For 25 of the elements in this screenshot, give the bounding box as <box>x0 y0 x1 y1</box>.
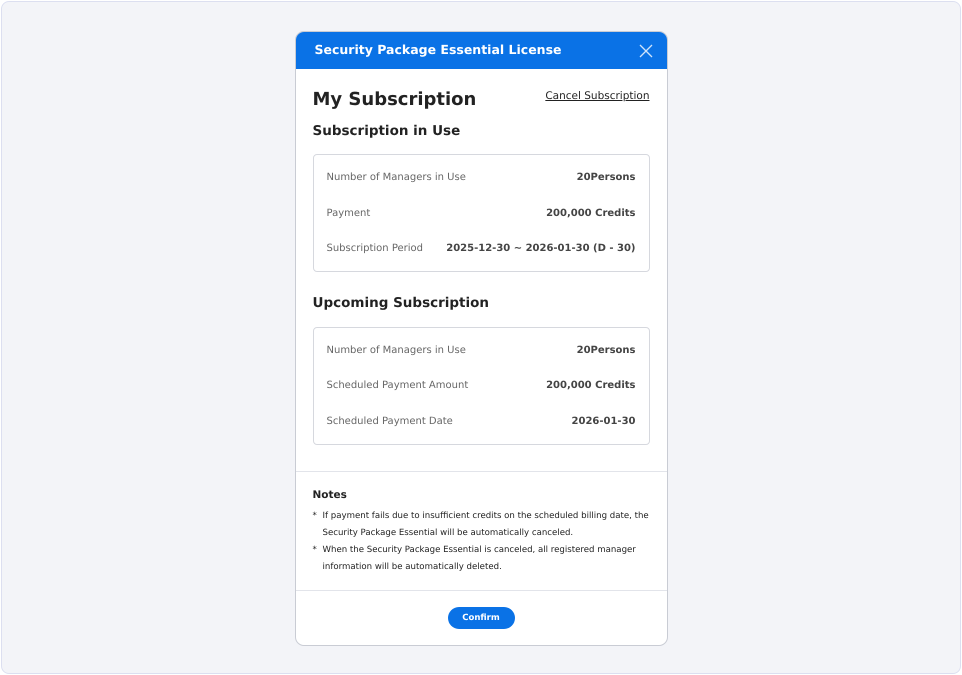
note-text: If payment fails due to insufficient credits on the scheduled billing date, the Security Package Essential will be automatically canceled. <box>322 510 650 540</box>
info-value: 200,000 Credits <box>546 379 636 394</box>
info-label: Subscription Period <box>326 242 423 256</box>
info-value: 20Persons <box>576 171 636 186</box>
close-icon <box>638 44 652 58</box>
info-label: Payment <box>326 206 370 221</box>
dialog-title: Security Package Essential License <box>314 41 562 60</box>
note-marker: * <box>312 544 318 557</box>
section-title: Subscription in Use <box>312 122 462 141</box>
info-label: Scheduled Payment Amount <box>326 379 468 394</box>
info-value: 200,000 Credits <box>546 206 636 221</box>
info-value: 20Persons <box>576 344 636 358</box>
info-value: 2026-01-30 <box>572 414 636 429</box>
info-label: Scheduled Payment Date <box>326 414 453 429</box>
section-title: Upcoming Subscription <box>312 294 490 314</box>
info-label: Number of Managers in Use <box>326 171 466 186</box>
cancel-subscription-link[interactable]: Cancel Subscription <box>545 89 650 105</box>
note-marker: * <box>312 510 318 523</box>
page-heading: My Subscription <box>312 89 476 111</box>
close-button[interactable] <box>638 44 652 58</box>
info-value: 2025-12-30 ~ 2026-01-30 (D - 30) <box>446 242 636 256</box>
confirm-button[interactable]: Confirm <box>448 606 514 629</box>
notes-title: Notes <box>312 488 348 504</box>
note-text: When the Security Package Essential is canceled, all registered manager information will be automatically deleted. <box>322 544 637 574</box>
info-label: Number of Managers in Use <box>326 344 466 358</box>
